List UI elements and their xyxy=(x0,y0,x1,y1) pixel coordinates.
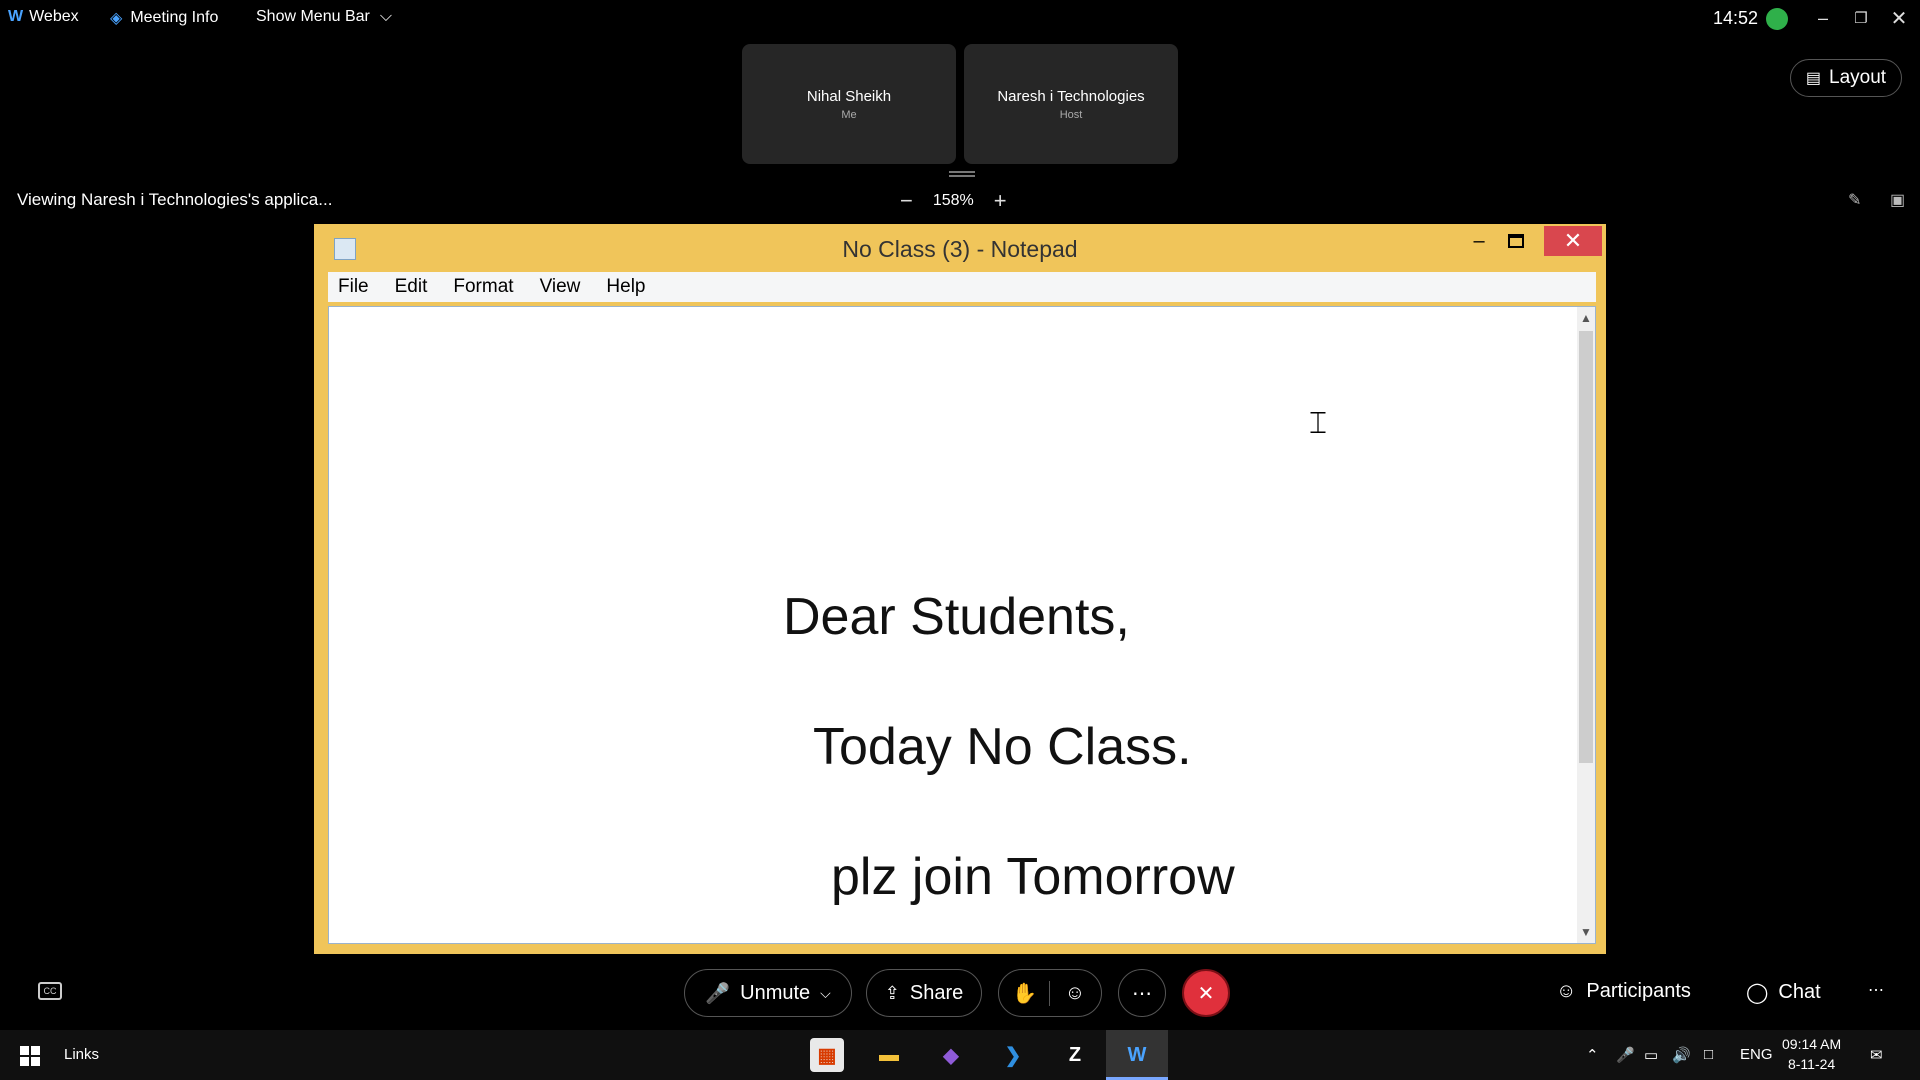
text-cursor-icon: ⌶ xyxy=(1309,407,1327,440)
webex-taskbar-icon[interactable]: W xyxy=(1120,1038,1154,1072)
network-status-icon[interactable] xyxy=(1766,8,1788,30)
menu-file[interactable]: File xyxy=(338,276,369,298)
title-bar: W Webex ◈ Meeting Info Show Menu Bar ⌵ 1… xyxy=(0,0,1920,38)
participants-button[interactable]: ☺ Participants xyxy=(1556,980,1691,1003)
meeting-info-label: Meeting Info xyxy=(130,9,219,26)
reactions-icon[interactable]: ☺ xyxy=(1050,982,1100,1005)
resize-handle[interactable] xyxy=(949,171,975,177)
chevron-down-icon[interactable]: ⌵ xyxy=(820,985,831,1002)
layout-label: Layout xyxy=(1829,67,1887,88)
zoom-out-button[interactable]: − xyxy=(900,188,913,214)
share-icon: ⇪ xyxy=(884,982,900,1003)
participant-name: Nihal Sheikh xyxy=(806,87,892,105)
taskbar-clock[interactable]: 09:14 AM 8-11-24 xyxy=(1782,1034,1841,1074)
layout-icon: ▤ xyxy=(1805,70,1822,87)
unmute-label: Unmute xyxy=(740,981,811,1004)
end-call-icon: ✕ xyxy=(1197,982,1215,1005)
file-explorer-icon[interactable]: ▬ xyxy=(872,1038,906,1072)
menu-help[interactable]: Help xyxy=(606,276,645,298)
show-menu-bar-label: Show Menu Bar xyxy=(256,8,370,25)
webex-label: Webex xyxy=(29,8,79,25)
zoom-controls: − 158% + xyxy=(900,188,1007,214)
text-line: Today No Class. xyxy=(813,718,1192,776)
layout-button[interactable]: ▤ Layout xyxy=(1790,59,1902,97)
notepad-minimize-icon[interactable]: – xyxy=(1464,230,1494,254)
windows-start-icon[interactable] xyxy=(20,1046,40,1066)
scroll-down-icon[interactable]: ▼ xyxy=(1579,925,1593,939)
participant-tile[interactable]: Naresh i Technologies Host xyxy=(964,44,1178,164)
shield-icon: ◈ xyxy=(110,10,123,27)
battery-icon[interactable]: ▭ xyxy=(1644,1046,1658,1064)
raise-hand-icon[interactable]: ✋ xyxy=(1000,980,1050,1006)
vscode-icon[interactable]: ❯ xyxy=(996,1038,1030,1072)
share-label: Share xyxy=(909,981,964,1004)
webex-menu[interactable]: W Webex xyxy=(8,8,79,26)
participant-tile[interactable]: Nihal Sheikh Me xyxy=(742,44,956,164)
menu-view[interactable]: View xyxy=(540,276,581,298)
vertical-scrollbar[interactable]: ▲ ▼ xyxy=(1577,307,1595,943)
notepad-text-area[interactable]: Dear Students, Today No Class. plz join … xyxy=(328,306,1596,944)
notepad-menubar: File Edit Format View Help xyxy=(328,272,1596,302)
scroll-up-icon[interactable]: ▲ xyxy=(1579,311,1593,325)
windows-taskbar: Links ▦ ▬ ◆ ❯ Z W ⌃ 🎤 ▭ 🔊 □ ENG 09:14 AM… xyxy=(0,1030,1920,1080)
menu-format[interactable]: Format xyxy=(453,276,513,298)
links-toolbar[interactable]: Links xyxy=(64,1046,99,1063)
notifications-icon[interactable]: ✉ xyxy=(1870,1046,1883,1064)
viewing-status: Viewing Naresh i Technologies's applica.… xyxy=(17,190,333,209)
text-line: Dear Students, xyxy=(783,588,1130,646)
webex-logo-icon: W xyxy=(8,8,24,25)
zoom-level: 158% xyxy=(932,192,974,209)
leave-meeting-button[interactable]: ✕ xyxy=(1182,969,1230,1017)
more-options-button[interactable]: ⋯ xyxy=(1118,969,1166,1017)
notepad-maximize-icon[interactable] xyxy=(1508,234,1524,248)
chat-label: Chat xyxy=(1778,981,1821,1003)
clock-time: 09:14 AM xyxy=(1782,1036,1842,1052)
text-line: plz join Tomorrow xyxy=(831,848,1235,906)
store-icon[interactable]: ▦ xyxy=(810,1038,844,1072)
chat-icon: ◯ xyxy=(1746,982,1769,1004)
show-hidden-icons[interactable]: ⌃ xyxy=(1586,1046,1599,1064)
more-icon[interactable]: ⋯ xyxy=(1868,980,1884,1000)
clock-date: 8-11-24 xyxy=(1787,1056,1836,1072)
muted-mic-icon: 🎤 xyxy=(705,982,731,1005)
app-icon[interactable]: ◆ xyxy=(934,1038,968,1072)
participants-label: Participants xyxy=(1586,980,1691,1002)
reactions-group: ✋ ☺ xyxy=(998,969,1102,1017)
participant-name: Naresh i Technologies xyxy=(997,87,1145,105)
microphone-icon[interactable]: 🎤 xyxy=(1616,1046,1635,1064)
chevron-down-icon: ⌵ xyxy=(379,8,392,25)
unmute-button[interactable]: 🎤 Unmute ⌵ xyxy=(684,969,852,1017)
volume-icon[interactable]: 🔊 xyxy=(1672,1046,1691,1064)
zoom-in-button[interactable]: + xyxy=(994,188,1007,214)
menu-edit[interactable]: Edit xyxy=(395,276,428,298)
captions-button[interactable]: CC xyxy=(38,982,62,1000)
show-menu-bar-button[interactable]: Show Menu Bar ⌵ xyxy=(256,8,392,26)
notepad-close-icon[interactable]: ✕ xyxy=(1544,226,1602,256)
language-indicator[interactable]: ENG xyxy=(1740,1046,1773,1063)
participants-icon: ☺ xyxy=(1556,980,1577,1002)
shared-notepad-window: No Class (3) - Notepad – ✕ File Edit For… xyxy=(314,224,1606,954)
restore-icon[interactable]: ❐ xyxy=(1846,4,1876,32)
meeting-info-button[interactable]: ◈ Meeting Info xyxy=(110,8,218,28)
share-button[interactable]: ⇪ Share xyxy=(866,969,982,1017)
notepad-title-bar: No Class (3) - Notepad – ✕ xyxy=(314,224,1606,270)
scroll-thumb[interactable] xyxy=(1579,331,1593,763)
network-icon[interactable]: □ xyxy=(1704,1046,1713,1063)
notepad-title: No Class (3) - Notepad xyxy=(842,236,1078,262)
participant-role: Host xyxy=(1059,108,1083,121)
meeting-time: 14:52 xyxy=(1713,8,1759,28)
chat-button[interactable]: ◯ Chat xyxy=(1746,980,1821,1005)
pop-out-icon[interactable]: ▣ xyxy=(1890,190,1905,210)
zed-icon[interactable]: Z xyxy=(1058,1038,1092,1072)
close-icon[interactable]: ✕ xyxy=(1884,4,1914,32)
participant-role: Me xyxy=(841,108,857,121)
minimize-icon[interactable]: – xyxy=(1808,4,1838,32)
webex-meeting-window: W Webex ◈ Meeting Info Show Menu Bar ⌵ 1… xyxy=(0,0,1920,1080)
annotate-icon[interactable]: ✎ xyxy=(1848,190,1861,210)
